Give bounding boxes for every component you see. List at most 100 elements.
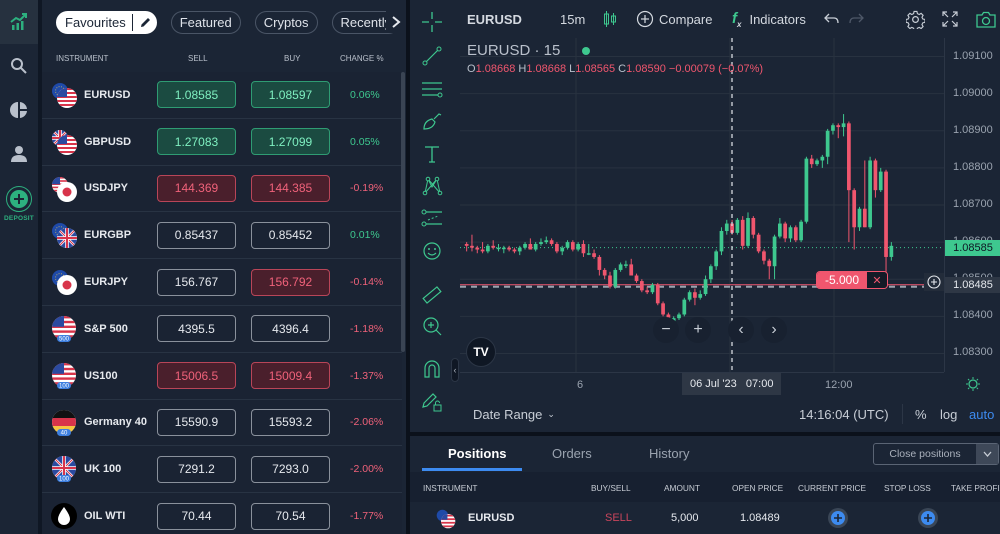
deposit-button[interactable]: DEPOSIT <box>0 186 38 222</box>
buy-price-button[interactable]: 1.27099 <box>251 128 330 156</box>
axis-settings-button[interactable] <box>966 377 980 396</box>
add-order-button[interactable] <box>924 273 944 291</box>
settings-button[interactable] <box>906 0 925 38</box>
watchlist-scrollbar[interactable] <box>401 72 405 352</box>
indicators-button[interactable]: fx Indicators <box>732 0 806 38</box>
nav-portfolio[interactable] <box>0 88 38 132</box>
tab-featured[interactable]: Featured <box>170 10 241 34</box>
tab-cryptos[interactable]: Cryptos <box>254 10 318 34</box>
time-axis[interactable]: 6 06 Jul '23 07:00 12:00 <box>460 372 944 396</box>
buy-price-button[interactable]: 15593.2 <box>251 408 330 436</box>
fullscreen-button[interactable] <box>942 0 958 38</box>
emoji-tool[interactable] <box>420 239 444 263</box>
watchlist-row[interactable]: EURGBP 0.85437 0.85452 0.01% <box>42 212 402 260</box>
tabs-scroll-right[interactable] <box>386 10 406 33</box>
search-icon <box>11 58 27 74</box>
buy-price-button[interactable]: 0.85452 <box>251 221 330 249</box>
buy-price-button[interactable]: 156.792 <box>251 268 330 296</box>
tab-positions[interactable]: Positions <box>448 446 507 461</box>
zoom-out-button[interactable]: − <box>653 317 679 343</box>
scroll-right-button[interactable]: › <box>761 317 787 343</box>
sell-price-button[interactable]: 156.767 <box>157 268 236 296</box>
sell-price-button[interactable]: 1.27083 <box>157 128 236 156</box>
tab-orders[interactable]: Orders <box>552 446 592 461</box>
watchlist-row[interactable]: 100 US100 15006.5 15009.4 -1.37% <box>42 353 402 400</box>
watchlist-row[interactable]: EURUSD 1.08585 1.08597 0.06% <box>42 72 402 119</box>
nav-account[interactable] <box>0 132 38 176</box>
buy-price-button[interactable]: 4396.4 <box>251 315 330 343</box>
screenshot-button[interactable] <box>976 0 996 38</box>
redo-button[interactable] <box>848 0 864 38</box>
zoom-tool[interactable] <box>420 314 444 338</box>
sell-price-button[interactable]: 1.08585 <box>157 81 236 109</box>
x-label-1200: 12:00 <box>825 379 853 391</box>
position-row[interactable]: EURUSD SELL 5,000 1.08489 <box>410 502 1000 534</box>
zoom-in-button[interactable]: + <box>685 317 711 343</box>
log-scale-toggle[interactable]: log <box>940 407 957 422</box>
compare-label: Compare <box>659 11 713 27</box>
watchlist-row[interactable]: 40 Germany 40 15590.9 15593.2 -2.06% <box>42 400 402 447</box>
crosshair-tool[interactable] <box>420 10 444 34</box>
watchlist-row[interactable]: OIL WTI 70.44 70.54 -1.77% <box>42 493 402 534</box>
plus-circle-icon <box>10 190 28 208</box>
add-current-price-button[interactable] <box>828 508 848 528</box>
candles-icon <box>604 11 616 27</box>
sell-price-button[interactable]: 144.369 <box>157 174 236 202</box>
buy-price-button[interactable]: 15009.4 <box>251 362 330 390</box>
brush-tool[interactable] <box>420 109 444 133</box>
chevron-down-icon[interactable] <box>976 444 998 464</box>
nav-search[interactable] <box>0 44 38 88</box>
interval-button[interactable]: 15m <box>560 0 585 38</box>
horizontal-lines-tool[interactable] <box>420 77 444 101</box>
watchlist-row[interactable]: 500 S&P 500 4395.5 4396.4 -1.18% <box>42 306 402 353</box>
plus-circle-icon <box>927 275 941 289</box>
sell-price-button[interactable]: 15006.5 <box>157 362 236 390</box>
text-tool[interactable] <box>420 142 444 166</box>
buy-price-button[interactable]: 1.08597 <box>251 81 330 109</box>
sell-price-button[interactable]: 70.44 <box>157 502 236 530</box>
fib-tool[interactable] <box>420 206 444 230</box>
auto-scale-toggle[interactable]: auto <box>969 407 994 422</box>
percent-scale-toggle[interactable]: % <box>915 407 927 422</box>
pencil-icon[interactable] <box>139 16 152 29</box>
close-position-icon[interactable]: ✕ <box>867 272 888 288</box>
candle-body <box>586 253 591 255</box>
sell-price-button[interactable]: 7291.2 <box>157 455 236 483</box>
tab-favourites[interactable]: Favourites <box>56 10 157 34</box>
sell-price-button[interactable]: 4395.5 <box>157 315 236 343</box>
date-range-button[interactable]: Date Range ⌄ <box>473 407 555 422</box>
sell-price-button[interactable]: 0.85437 <box>157 221 236 249</box>
measure-tool[interactable] <box>420 283 444 307</box>
tab-history[interactable]: History <box>649 446 689 461</box>
add-stop-loss-button[interactable] <box>918 508 938 528</box>
undo-button[interactable] <box>824 0 840 38</box>
watchlist-row[interactable]: 100 UK 100 7291.2 7293.0 -2.00% <box>42 446 402 494</box>
symbol-button[interactable]: EURUSD <box>467 0 522 38</box>
price-axis[interactable]: 1.091001.090001.089001.088001.087001.086… <box>944 38 1000 372</box>
buy-price-button[interactable]: 144.385 <box>251 174 330 202</box>
sell-price-button[interactable]: 15590.9 <box>157 408 236 436</box>
candle-body <box>613 269 618 287</box>
candle-body <box>597 256 602 270</box>
close-positions-dropdown[interactable]: Close positions <box>873 443 999 465</box>
magnet-tool[interactable] <box>420 357 444 381</box>
buy-price-button[interactable]: 7293.0 <box>251 455 330 483</box>
plus-icon <box>921 511 935 525</box>
tradingview-logo[interactable]: TV <box>466 337 496 367</box>
candle-body <box>841 123 846 128</box>
pattern-tool[interactable] <box>420 174 444 198</box>
watchlist-row[interactable]: GBPUSD 1.27083 1.27099 0.05% <box>42 119 402 166</box>
watchlist-row[interactable]: USDJPY 144.369 144.385 -0.19% <box>42 166 402 213</box>
collapse-toolbar-button[interactable]: ‹ <box>451 358 459 382</box>
nav-markets[interactable] <box>0 0 38 44</box>
compare-button[interactable]: Compare <box>636 0 712 38</box>
scroll-left-button[interactable]: ‹ <box>728 317 754 343</box>
chart-type-button[interactable] <box>603 0 617 38</box>
lock-drawings-tool[interactable] <box>420 390 444 414</box>
watchlist-row[interactable]: EURJPY 156.767 156.792 -0.14% <box>42 259 402 306</box>
candle-body <box>634 275 639 282</box>
trendline-tool[interactable] <box>420 44 444 68</box>
position-line-label[interactable]: -5.000 ✕ <box>816 271 889 289</box>
buy-price-button[interactable]: 70.54 <box>251 502 330 530</box>
price-chart[interactable]: EURUSD · 15 O1.08668 H1.08668 L1.08565 C… <box>460 38 944 372</box>
